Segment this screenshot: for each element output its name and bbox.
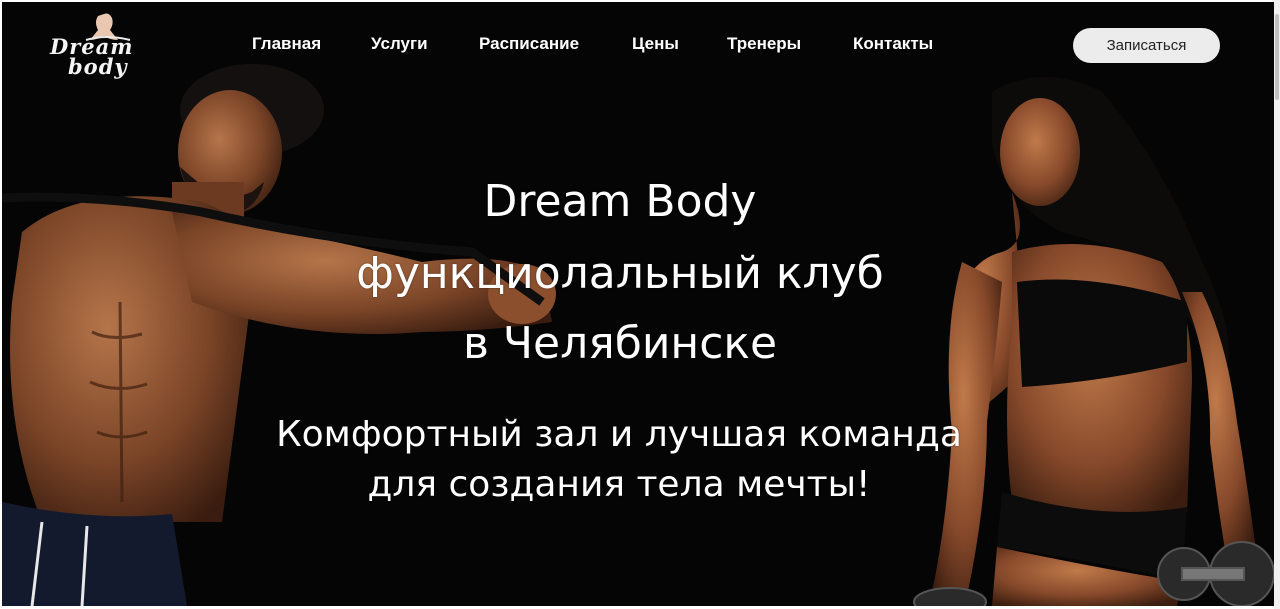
hero-title-line-1: Dream Body [483, 176, 757, 227]
hero-title-line-3: в Челябинске [462, 318, 778, 369]
hero-title-line-2: функциолальный клуб [356, 248, 884, 299]
nav-item-contacts[interactable]: Контакты [853, 34, 933, 54]
logo-word-body: body [68, 54, 128, 79]
scrollbar-thumb[interactable] [1275, 14, 1279, 100]
nav-item-services[interactable]: Услуги [371, 34, 428, 54]
nav-item-schedule[interactable]: Расписание [479, 34, 579, 54]
nav-item-prices[interactable]: Цены [632, 34, 679, 54]
nav-item-trainers[interactable]: Тренеры [727, 34, 801, 54]
hero-subtitle-line-2: для создания тела мечты! [367, 464, 871, 505]
nav-item-home[interactable]: Главная [252, 34, 321, 54]
page-frame: Dream body Главная Услуги Расписание Цен… [2, 2, 1274, 606]
signup-button[interactable]: Записаться [1073, 28, 1220, 63]
hero-background-photo [2, 64, 1274, 606]
female-athlete-figure [913, 77, 1274, 606]
hero-subtitle-line-1: Комфортный зал и лучшая команда [276, 414, 962, 455]
page-scrollbar[interactable] [1274, 0, 1280, 609]
brand-logo[interactable]: Dream body [46, 10, 164, 84]
